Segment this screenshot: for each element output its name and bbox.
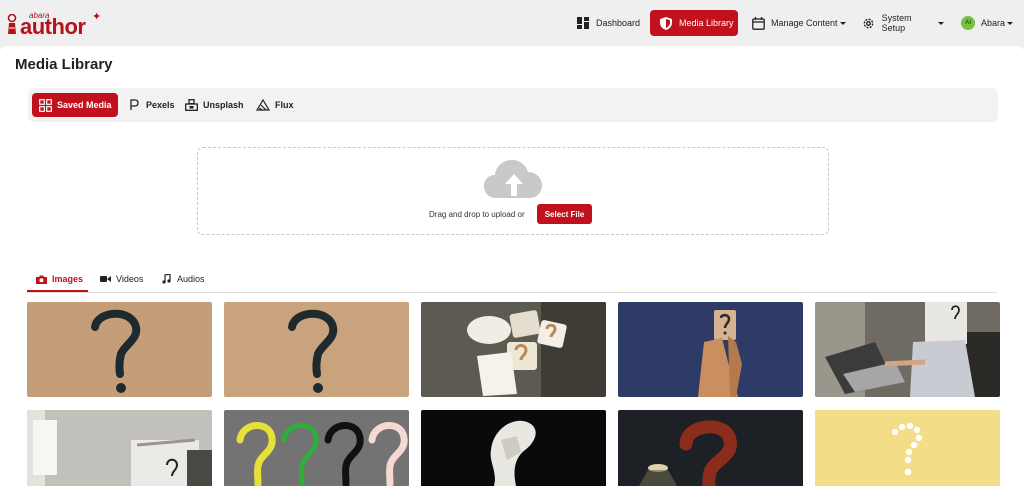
main-content: Media Library Saved Media Pexels Unsplas… [0,46,1024,486]
tab-pexels[interactable]: Pexels [127,93,175,117]
nav-media-label: Media Library [679,18,734,28]
nav-media-library[interactable]: Media Library [650,10,738,36]
media-thumbnail[interactable] [618,410,803,486]
nav-system-label: System Setup [881,13,912,33]
unsplash-icon [184,98,198,112]
crumpled-paper-image [421,410,606,486]
tab-videos[interactable]: Videos [99,274,143,284]
camera-icon [35,274,47,284]
paper-question-cards-image [421,302,606,397]
top-navbar: abara author ✦ Dashboard Media Library M… [0,0,1024,46]
tab-flux[interactable]: Flux [256,93,294,117]
calendar-icon [751,16,765,30]
app-logo[interactable]: abara author ✦ [6,8,106,39]
nav-manage-content[interactable]: Manage Content [751,10,846,36]
media-thumbnail[interactable] [27,302,212,397]
colored-question-marks-image [224,410,409,486]
grid-icon [38,98,52,112]
question-mark-graffiti-image [224,302,409,397]
avatar: AI [961,16,975,30]
question-mark-graffiti-image [27,302,212,397]
nav-manage-label: Manage Content [771,18,838,28]
tab-unsplash[interactable]: Unsplash [184,93,244,117]
nav-dashboard[interactable]: Dashboard [576,10,642,36]
logo-bulb-icon [7,14,17,34]
user-name: Abara [981,18,1006,28]
wooden-mannequin-image [618,302,803,397]
media-thumbnail[interactable] [421,410,606,486]
tab-audios[interactable]: Audios [160,274,205,284]
cloud-upload-icon [484,160,542,198]
red-question-mark-image [618,410,803,486]
media-grid [27,302,1000,486]
person-box-head-image [27,410,212,486]
select-file-button[interactable]: Select File [537,204,592,224]
tab-images[interactable]: Images [35,274,83,284]
tab-videos-label: Videos [116,274,144,284]
tab-saved-media-label: Saved Media [57,100,112,110]
chevron-down-icon [839,21,846,25]
media-thumbnail[interactable] [224,302,409,397]
media-thumbnail[interactable] [421,302,606,397]
sparkle-icon: ✦ [92,11,102,23]
pexels-icon [127,98,141,112]
media-type-tabs: Images Videos Audios [27,268,997,293]
dashboard-icon [576,16,590,30]
music-note-icon [160,274,172,284]
nav-user-menu[interactable]: AI Abara [961,10,1017,36]
tab-unsplash-label: Unsplash [203,100,244,110]
media-thumbnail[interactable] [815,302,1000,397]
tab-images-label: Images [52,274,84,284]
video-camera-icon [99,274,111,284]
source-tabs: Saved Media Pexels Unsplash Flux [28,88,998,122]
tab-saved-media[interactable]: Saved Media [32,93,118,117]
media-thumbnail[interactable] [27,410,212,486]
shield-icon [659,16,673,30]
tab-audios-label: Audios [177,274,205,284]
tab-flux-label: Flux [275,100,294,110]
media-thumbnail[interactable] [224,410,409,486]
nav-dashboard-label: Dashboard [596,18,641,28]
gear-icon [862,16,876,30]
flux-icon [256,98,270,112]
media-thumbnail[interactable] [815,410,1000,486]
chevron-down-icon [938,21,944,25]
media-thumbnail[interactable] [618,302,803,397]
pill-question-mark-image [815,410,1000,486]
nav-system-setup[interactable]: System Setup [862,10,944,36]
upload-dropzone[interactable]: Drag and drop to upload or Select File [197,147,829,235]
chevron-down-icon [1007,21,1014,25]
page-title: Media Library [15,56,113,73]
tab-pexels-label: Pexels [146,100,175,110]
person-laptop-image [815,302,1000,397]
upload-prompt: Drag and drop to upload or [429,210,525,219]
active-tab-indicator [27,290,88,292]
logo-main-text: author [20,14,86,39]
